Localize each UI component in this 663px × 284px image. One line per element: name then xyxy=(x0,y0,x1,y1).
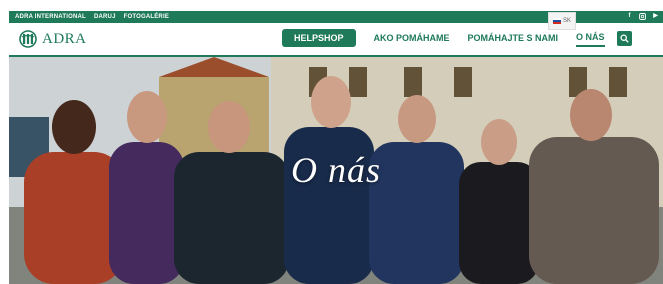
utility-links: ADRA INTERNATIONAL DARUJ FOTOGALÉRIE xyxy=(15,13,169,21)
search-icon xyxy=(619,33,629,43)
language-code: SK xyxy=(562,18,571,24)
social-links: f ▶ xyxy=(626,13,659,20)
hero-title: O nás xyxy=(291,150,382,190)
nav-item-pomahajte-s-nami[interactable]: POMÁHAJTE S NAMI xyxy=(468,29,559,47)
utility-link-daruj[interactable]: DARUJ xyxy=(94,13,116,21)
hero-banner: O nás xyxy=(9,57,663,284)
main-nav: HELPSHOP AKO POMÁHAME POMÁHAJTE S NAMI O… xyxy=(282,29,632,47)
slovak-flag-icon xyxy=(552,18,561,24)
helpshop-button[interactable]: HELPSHOP xyxy=(282,29,356,47)
instagram-icon[interactable] xyxy=(639,13,646,20)
utility-link-adra-international[interactable]: ADRA INTERNATIONAL xyxy=(15,13,86,21)
youtube-icon[interactable]: ▶ xyxy=(652,13,659,20)
utility-link-fotogalerie[interactable]: FOTOGALÉRIE xyxy=(124,13,169,21)
facebook-icon[interactable]: f xyxy=(626,13,633,20)
nav-item-o-nas[interactable]: O NÁS xyxy=(576,29,605,47)
search-button[interactable] xyxy=(616,30,632,46)
logo-text: ADRA xyxy=(42,30,87,47)
language-switcher[interactable]: SK xyxy=(548,12,576,30)
nav-item-ako-pomahame[interactable]: AKO POMÁHAME xyxy=(374,29,450,47)
adra-logo-icon xyxy=(19,30,37,48)
adra-logo[interactable]: ADRA xyxy=(17,30,87,48)
